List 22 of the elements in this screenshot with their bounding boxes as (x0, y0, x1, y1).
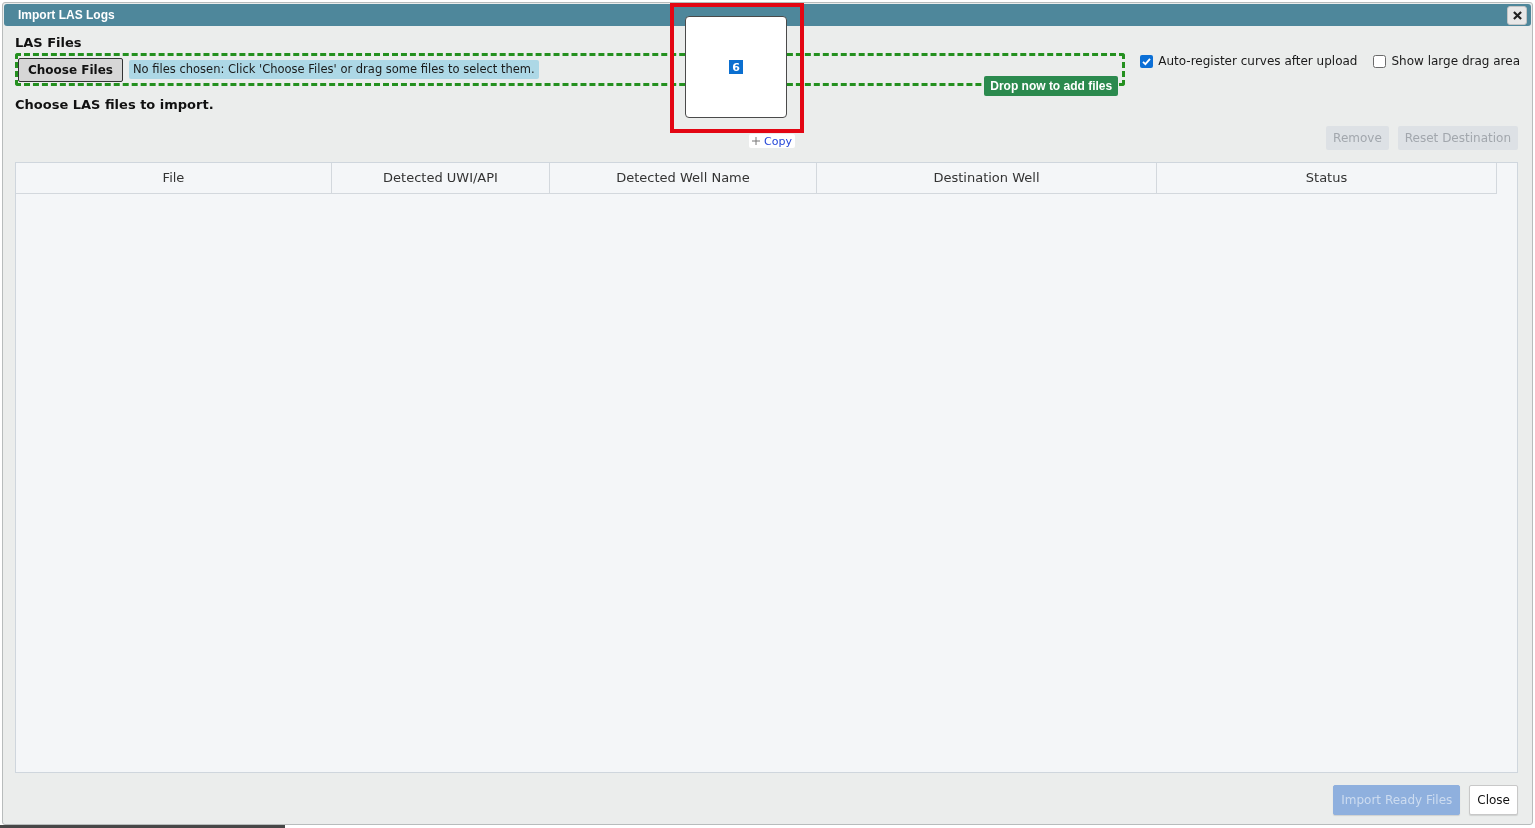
file-status-text: No files chosen: Click 'Choose Files' or drag some files to select them. (129, 60, 539, 79)
plus-icon (752, 137, 760, 145)
column-header[interactable]: Destination Well (817, 163, 1157, 194)
column-header[interactable]: Detected UWI/API (332, 163, 550, 194)
drop-effect-text: Copy (764, 135, 792, 147)
drop-badge: Drop now to add files (984, 76, 1119, 96)
instruction-text: Choose LAS files to import. (15, 97, 214, 113)
window-title: Import LAS Logs (18, 7, 115, 24)
close-icon (1512, 10, 1522, 20)
close-window-button[interactable] (1507, 5, 1527, 25)
checkbox-label: Show large drag area (1391, 53, 1520, 69)
scrollbar-thumb[interactable] (0, 825, 285, 828)
column-header[interactable]: Status (1157, 163, 1497, 194)
checkbox[interactable] (1373, 54, 1387, 68)
count-badge: 6 (729, 60, 743, 74)
choose-files-button[interactable]: Choose Files (18, 57, 123, 82)
close-button[interactable]: Close (1469, 785, 1518, 815)
checkbox-label: Auto-register curves after upload (1158, 53, 1358, 69)
column-header[interactable]: Detected Well Name (550, 163, 817, 194)
section-label: LAS Files (15, 35, 82, 51)
checkbox[interactable] (1140, 54, 1154, 68)
column-header[interactable]: File (16, 163, 332, 194)
